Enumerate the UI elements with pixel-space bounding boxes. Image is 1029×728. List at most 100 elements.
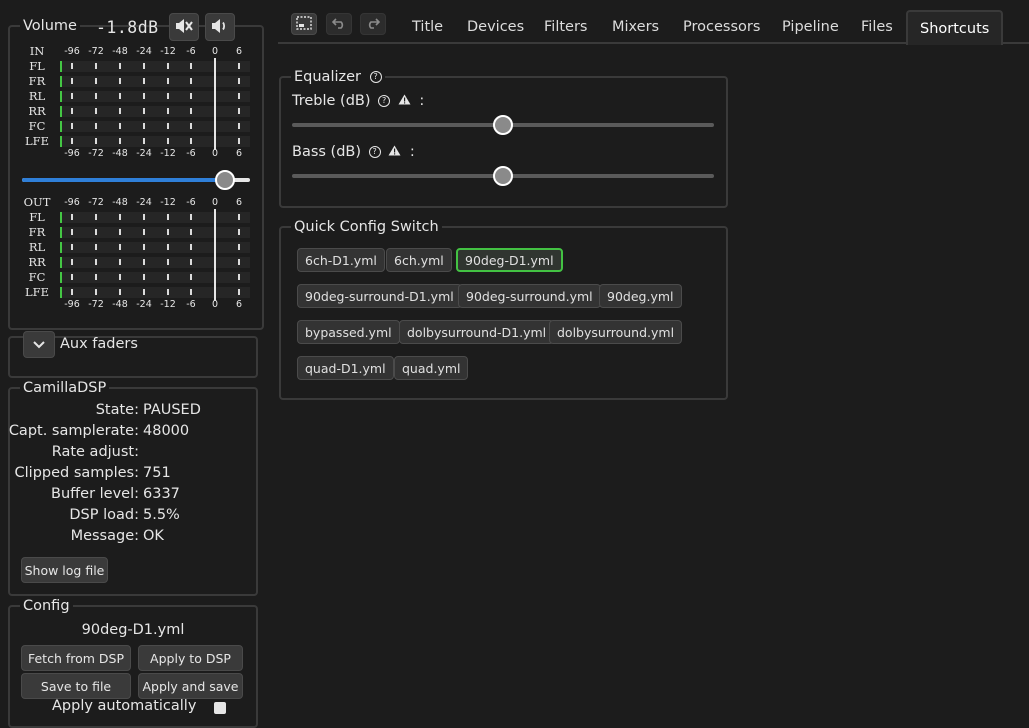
in-meter-tick-mark — [119, 108, 121, 114]
fetch-from-dsp-button[interactable]: Fetch from DSP — [21, 645, 131, 671]
quick-config-button[interactable]: dolbysurround.yml — [549, 320, 683, 344]
out-meter-tick-mark — [238, 229, 240, 235]
treble-slider[interactable] — [292, 115, 714, 135]
in-meter-scale-top-tick: 6 — [235, 46, 243, 57]
status-value: 48000 — [143, 423, 190, 439]
out-meter-channel-label: FC — [28, 270, 46, 284]
in-meter-tick-mark — [95, 123, 97, 129]
out-meter-scale-top-tick: -96 — [64, 197, 80, 208]
help-icon[interactable]: ? — [368, 146, 381, 158]
in-meter-tick-mark — [95, 108, 97, 114]
apply-and-save-button[interactable]: Apply and save — [138, 673, 243, 699]
in-meter-scale-bottom-tick: -12 — [160, 148, 176, 159]
in-meter-tick-mark — [95, 93, 97, 99]
out-meter-tick-mark — [238, 244, 240, 250]
out-meter-level-indicator — [60, 272, 62, 283]
select-area-button[interactable] — [291, 13, 317, 35]
apply-automatically-checkbox[interactable] — [214, 702, 226, 714]
quick-config-button[interactable]: 90deg.yml — [599, 284, 682, 308]
tab-pipeline[interactable]: Pipeline — [770, 12, 851, 42]
undo-button[interactable] — [326, 13, 352, 35]
out-meter-zero-db-line — [214, 209, 216, 301]
help-icon[interactable]: ? — [369, 71, 382, 83]
aux-expand-button[interactable] — [23, 331, 55, 358]
in-meter-level-indicator — [60, 61, 62, 72]
out-meter-tick-mark — [71, 289, 73, 295]
out-meter-tick-mark — [71, 274, 73, 280]
out-meter-channel-bar — [60, 257, 250, 268]
quick-config-button[interactable]: 90deg-D1.yml — [456, 248, 563, 272]
out-meter-scale-top-tick: -6 — [186, 197, 196, 208]
in-meter-tick-mark — [167, 138, 169, 144]
volume-slider[interactable] — [22, 170, 252, 190]
apply-to-dsp-button[interactable]: Apply to DSP — [138, 645, 243, 671]
in-meter-tick-mark — [143, 93, 145, 99]
out-meter-tick-mark — [71, 244, 73, 250]
equalizer-legend: Equalizer ? — [291, 69, 385, 85]
show-log-button[interactable]: Show log file — [21, 557, 108, 583]
out-meter-channel-label: FR — [28, 225, 46, 239]
in-meter-tick-mark — [190, 63, 192, 69]
out-meter-tick-mark — [143, 289, 145, 295]
in-meter-tick-mark — [167, 123, 169, 129]
quick-config-button[interactable]: quad-D1.yml — [297, 356, 394, 380]
redo-icon — [366, 17, 381, 32]
in-meter-tick-mark — [119, 93, 121, 99]
out-meter-tick-mark — [167, 214, 169, 220]
in-meter-scale-top-tick: 0 — [211, 46, 219, 57]
quick-config-button[interactable]: bypassed.yml — [297, 320, 400, 344]
treble-title: Treble (dB) — [292, 93, 371, 109]
out-meter-tick-mark — [190, 244, 192, 250]
out-meter-level-indicator — [60, 242, 62, 253]
out-meter-channel-bar — [60, 227, 250, 238]
quick-config-button[interactable]: 90deg-surround.yml — [458, 284, 601, 308]
out-meter-tick-mark — [190, 274, 192, 280]
help-icon[interactable]: ? — [378, 95, 391, 107]
out-meter-tick-mark — [119, 274, 121, 280]
redo-button[interactable] — [360, 13, 386, 35]
bass-title: Bass (dB) — [292, 144, 362, 160]
status-label: DSP load: — [69, 507, 139, 523]
out-meter-channel-bar — [60, 287, 250, 298]
bass-slider[interactable] — [292, 166, 714, 186]
in-meter-tick-mark — [190, 93, 192, 99]
out-meter-tick-mark — [167, 274, 169, 280]
quick-config-button[interactable]: 6ch-D1.yml — [297, 248, 385, 272]
in-meter-channel-bar — [60, 121, 250, 132]
quick-config-button[interactable]: 90deg-surround-D1.yml — [297, 284, 462, 308]
tab-files[interactable]: Files — [849, 12, 905, 42]
camilladsp-legend: CamillaDSP — [23, 380, 107, 396]
in-meter-level-indicator — [60, 121, 62, 132]
in-meter-tick-mark — [95, 78, 97, 84]
tab-filters[interactable]: Filters — [532, 12, 599, 42]
in-meter-tick-mark — [95, 63, 97, 69]
volume-button[interactable] — [205, 13, 235, 41]
in-meter-channel-label: FL — [29, 59, 45, 73]
in-meter-tick-mark — [190, 108, 192, 114]
tab-shortcuts[interactable]: Shortcuts — [906, 10, 1004, 45]
tab-title[interactable]: Title — [400, 12, 455, 42]
save-to-file-button[interactable]: Save to file — [21, 673, 131, 699]
out-meter-tick-mark — [190, 229, 192, 235]
quick-config-button[interactable]: dolbysurround-D1.yml — [399, 320, 555, 344]
status-value: PAUSED — [143, 402, 201, 418]
out-meter-scale-top-tick: -12 — [160, 197, 176, 208]
volume-slider-knob[interactable] — [215, 170, 236, 190]
in-meter-scale-top-tick: -24 — [136, 46, 152, 57]
quick-config-button[interactable]: quad.yml — [394, 356, 469, 380]
in-meter-channel-label: RR — [28, 104, 46, 118]
treble-slider-knob[interactable] — [493, 115, 513, 135]
out-meter-tick-mark — [119, 229, 121, 235]
status-value: 6337 — [143, 486, 180, 502]
bass-slider-knob[interactable] — [493, 166, 513, 186]
out-meter-channel-label: FL — [29, 210, 45, 224]
quick-config-button[interactable]: 6ch.yml — [386, 248, 452, 272]
out-meter-scale-top-tick: 0 — [211, 197, 219, 208]
tab-processors[interactable]: Processors — [671, 12, 772, 42]
tab-devices[interactable]: Devices — [455, 12, 536, 42]
tab-mixers[interactable]: Mixers — [600, 12, 671, 42]
mute-button[interactable] — [169, 13, 199, 41]
in-meter-channel-bar — [60, 91, 250, 102]
in-meter-tick-mark — [143, 123, 145, 129]
out-meter-tick-mark — [119, 214, 121, 220]
